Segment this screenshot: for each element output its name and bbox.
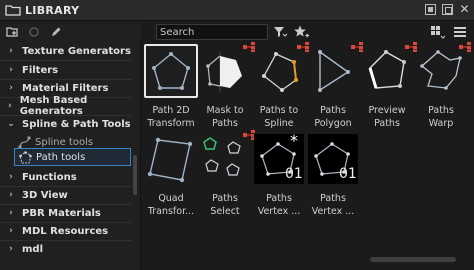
- item-label: Preview Paths: [368, 105, 406, 129]
- paths-select-icon: [203, 137, 241, 176]
- paths-warp-icon: [420, 50, 462, 90]
- item-label: Paths to Spline: [259, 105, 299, 129]
- node-badge-icon: [459, 42, 471, 52]
- category-sidebar: › Texture Generators › Filters › Material F…: [0, 42, 141, 270]
- chevron-right-icon: ›: [9, 46, 13, 56]
- item-label: Paths Select: [210, 193, 240, 217]
- spline-tool-icon: [18, 136, 31, 148]
- sidebar-item-label: Texture Generators: [22, 45, 131, 57]
- paths-to-spline-icon: [262, 52, 298, 92]
- maximize-icon[interactable]: [442, 4, 453, 15]
- sidebar-item-label: Spline tools: [35, 136, 94, 148]
- vertex-counter: 01: [339, 166, 357, 182]
- svg-text:*: *: [290, 134, 298, 150]
- item-label: Paths Vertex ...: [311, 193, 355, 217]
- sidebar-item-functions[interactable]: › Functions: [0, 168, 77, 186]
- chevron-down-icon: ⌄: [7, 119, 15, 129]
- sidebar-item-pbr-materials[interactable]: › PBR Materials: [0, 204, 101, 222]
- sidebar-item-label: MDL Resources: [22, 225, 109, 237]
- grid-scrollbar[interactable]: [370, 257, 456, 262]
- new-folder-icon[interactable]: [6, 26, 18, 38]
- refresh-icon[interactable]: [28, 26, 40, 38]
- vertex-counter: 01: [285, 166, 303, 182]
- path-2d-transform-icon: [146, 46, 196, 96]
- search-box[interactable]: [156, 24, 268, 40]
- path-tool-icon: [19, 150, 32, 163]
- sidebar-item-filters[interactable]: › Filters: [0, 61, 58, 79]
- chevron-right-icon: ›: [9, 208, 13, 218]
- list-view-icon[interactable]: [452, 24, 468, 40]
- preview-paths-icon: [368, 50, 406, 89]
- paths-polygon-icon: [318, 50, 350, 92]
- sidebar-item-label: mdl: [22, 243, 44, 255]
- mask-to-paths-icon: [206, 52, 242, 92]
- item-label: Paths Vertex ...: [257, 193, 301, 217]
- sidebar-item-label: Mesh Based Generators: [19, 95, 88, 117]
- chevron-right-icon: ›: [9, 83, 13, 93]
- sidebar-item-label: Material Filters: [22, 82, 109, 94]
- close-icon[interactable]: ✕: [459, 3, 470, 15]
- sidebar-item-mesh-based-generators[interactable]: › Mesh Based Generators: [0, 95, 140, 117]
- sidebar-item-label: Functions: [22, 171, 77, 183]
- chevron-right-icon: ›: [9, 65, 13, 75]
- sidebar-toolbar: [0, 22, 141, 42]
- sidebar-item-label: Filters: [22, 64, 59, 76]
- quad-transform-icon: [147, 137, 193, 183]
- sidebar-item-spline-path-tools[interactable]: ⌄ Spline & Path Tools: [0, 115, 131, 133]
- sidebar-item-texture-generators[interactable]: › Texture Generators: [0, 42, 131, 60]
- grid-view-icon[interactable]: [429, 24, 445, 40]
- item-label: Path 2D Transform: [147, 105, 195, 129]
- window-title: LIBRARY: [25, 3, 80, 17]
- sidebar-item-label: 3D View: [22, 189, 68, 201]
- chevron-right-icon: ›: [9, 172, 13, 182]
- filter-icon[interactable]: [272, 24, 288, 40]
- sidebar-item-mdl[interactable]: › mdl: [0, 240, 43, 258]
- edit-pencil-icon[interactable]: [50, 26, 62, 38]
- sidebar-scrollbar[interactable]: [133, 155, 137, 195]
- favorites-icon[interactable]: [293, 24, 309, 40]
- item-label: Paths Warp: [428, 105, 454, 129]
- chevron-right-icon: ›: [8, 101, 12, 111]
- item-label: Quad Transfor...: [147, 193, 195, 217]
- library-grid: Path 2D Transform Mask to Paths Paths to Sp…: [142, 42, 474, 270]
- chevron-right-icon: ›: [9, 244, 13, 254]
- search-input[interactable]: [157, 25, 267, 39]
- chevron-right-icon: ›: [9, 190, 13, 200]
- item-label: Paths Polygon: [314, 105, 352, 129]
- chevron-right-icon: ›: [9, 226, 13, 236]
- sidebar-item-label: Path tools: [36, 151, 86, 163]
- sidebar-item-mdl-resources[interactable]: › MDL Resources: [0, 222, 108, 240]
- sidebar-item-3d-view[interactable]: › 3D View: [0, 186, 68, 204]
- sidebar-item-label: Spline & Path Tools: [22, 118, 131, 130]
- item-label: Mask to Paths: [206, 105, 244, 129]
- folder-icon: [5, 5, 21, 16]
- sidebar-item-label: PBR Materials: [22, 207, 101, 219]
- library-titlebar: LIBRARY ✕: [0, 0, 474, 21]
- restore-icon[interactable]: [425, 4, 436, 15]
- sidebar-item-path-tools[interactable]: Path tools: [14, 148, 131, 166]
